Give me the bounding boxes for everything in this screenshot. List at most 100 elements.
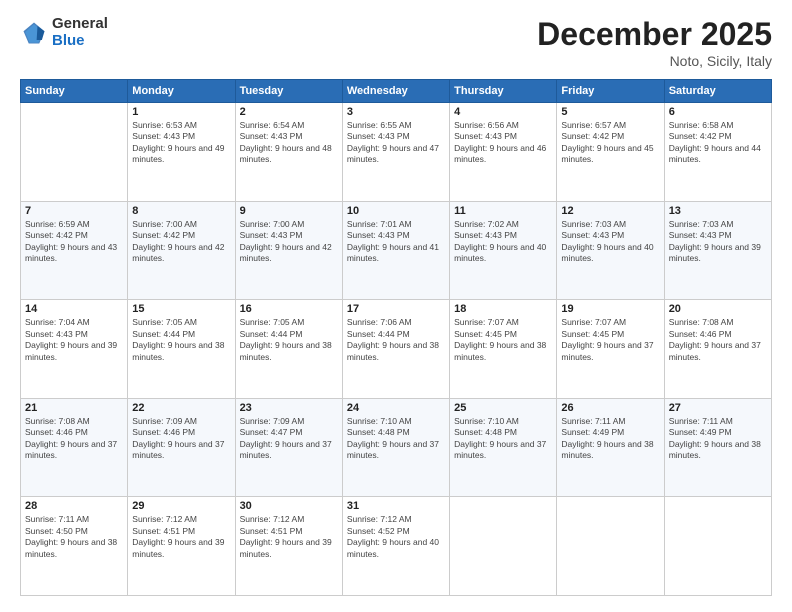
cell-info: Sunrise: 7:05 AMSunset: 4:44 PMDaylight:… xyxy=(132,317,230,363)
cell-info: Sunrise: 6:58 AMSunset: 4:42 PMDaylight:… xyxy=(669,120,767,166)
calendar-cell: 24 Sunrise: 7:10 AMSunset: 4:48 PMDaylig… xyxy=(342,398,449,497)
calendar-cell xyxy=(21,103,128,202)
cell-date: 30 xyxy=(240,500,338,512)
logo-blue-text: Blue xyxy=(52,33,108,50)
cell-date: 21 xyxy=(25,402,123,414)
calendar-week-4: 21 Sunrise: 7:08 AMSunset: 4:46 PMDaylig… xyxy=(21,398,772,497)
calendar-cell: 3 Sunrise: 6:55 AMSunset: 4:43 PMDayligh… xyxy=(342,103,449,202)
calendar-week-5: 28 Sunrise: 7:11 AMSunset: 4:50 PMDaylig… xyxy=(21,497,772,596)
calendar-cell: 13 Sunrise: 7:03 AMSunset: 4:43 PMDaylig… xyxy=(664,201,771,300)
calendar-cell: 25 Sunrise: 7:10 AMSunset: 4:48 PMDaylig… xyxy=(450,398,557,497)
calendar-cell: 22 Sunrise: 7:09 AMSunset: 4:46 PMDaylig… xyxy=(128,398,235,497)
cell-date: 9 xyxy=(240,205,338,217)
cell-date: 27 xyxy=(669,402,767,414)
calendar-cell: 6 Sunrise: 6:58 AMSunset: 4:42 PMDayligh… xyxy=(664,103,771,202)
calendar-cell: 1 Sunrise: 6:53 AMSunset: 4:43 PMDayligh… xyxy=(128,103,235,202)
cell-date: 2 xyxy=(240,106,338,118)
cell-date: 25 xyxy=(454,402,552,414)
calendar-cell xyxy=(450,497,557,596)
cell-date: 22 xyxy=(132,402,230,414)
calendar-cell: 20 Sunrise: 7:08 AMSunset: 4:46 PMDaylig… xyxy=(664,300,771,399)
cell-date: 29 xyxy=(132,500,230,512)
calendar-cell: 5 Sunrise: 6:57 AMSunset: 4:42 PMDayligh… xyxy=(557,103,664,202)
page: General Blue December 2025 Noto, Sicily,… xyxy=(0,0,792,612)
cell-date: 6 xyxy=(669,106,767,118)
cell-date: 20 xyxy=(669,303,767,315)
calendar-cell: 18 Sunrise: 7:07 AMSunset: 4:45 PMDaylig… xyxy=(450,300,557,399)
cell-info: Sunrise: 7:07 AMSunset: 4:45 PMDaylight:… xyxy=(454,317,552,363)
calendar-cell: 27 Sunrise: 7:11 AMSunset: 4:49 PMDaylig… xyxy=(664,398,771,497)
calendar-cell: 12 Sunrise: 7:03 AMSunset: 4:43 PMDaylig… xyxy=(557,201,664,300)
header: General Blue December 2025 Noto, Sicily,… xyxy=(20,16,772,69)
cell-info: Sunrise: 7:11 AMSunset: 4:49 PMDaylight:… xyxy=(561,416,659,462)
cell-info: Sunrise: 7:09 AMSunset: 4:46 PMDaylight:… xyxy=(132,416,230,462)
cell-date: 28 xyxy=(25,500,123,512)
cell-info: Sunrise: 7:05 AMSunset: 4:44 PMDaylight:… xyxy=(240,317,338,363)
cell-date: 31 xyxy=(347,500,445,512)
cell-info: Sunrise: 7:00 AMSunset: 4:43 PMDaylight:… xyxy=(240,219,338,265)
cell-info: Sunrise: 7:08 AMSunset: 4:46 PMDaylight:… xyxy=(669,317,767,363)
calendar-cell: 23 Sunrise: 7:09 AMSunset: 4:47 PMDaylig… xyxy=(235,398,342,497)
cell-info: Sunrise: 7:12 AMSunset: 4:51 PMDaylight:… xyxy=(132,514,230,560)
calendar-cell: 28 Sunrise: 7:11 AMSunset: 4:50 PMDaylig… xyxy=(21,497,128,596)
cell-info: Sunrise: 7:07 AMSunset: 4:45 PMDaylight:… xyxy=(561,317,659,363)
cell-date: 18 xyxy=(454,303,552,315)
calendar-cell: 19 Sunrise: 7:07 AMSunset: 4:45 PMDaylig… xyxy=(557,300,664,399)
cell-date: 26 xyxy=(561,402,659,414)
cell-info: Sunrise: 7:09 AMSunset: 4:47 PMDaylight:… xyxy=(240,416,338,462)
title-block: December 2025 Noto, Sicily, Italy xyxy=(537,16,772,69)
logo-text: General Blue xyxy=(52,16,108,49)
calendar-cell xyxy=(664,497,771,596)
cell-info: Sunrise: 6:53 AMSunset: 4:43 PMDaylight:… xyxy=(132,120,230,166)
calendar-cell: 21 Sunrise: 7:08 AMSunset: 4:46 PMDaylig… xyxy=(21,398,128,497)
cell-info: Sunrise: 7:08 AMSunset: 4:46 PMDaylight:… xyxy=(25,416,123,462)
col-saturday: Saturday xyxy=(664,80,771,103)
cell-date: 5 xyxy=(561,106,659,118)
col-thursday: Thursday xyxy=(450,80,557,103)
calendar-cell: 9 Sunrise: 7:00 AMSunset: 4:43 PMDayligh… xyxy=(235,201,342,300)
calendar-cell: 29 Sunrise: 7:12 AMSunset: 4:51 PMDaylig… xyxy=(128,497,235,596)
cell-date: 15 xyxy=(132,303,230,315)
calendar-cell: 11 Sunrise: 7:02 AMSunset: 4:43 PMDaylig… xyxy=(450,201,557,300)
cell-date: 3 xyxy=(347,106,445,118)
cell-date: 4 xyxy=(454,106,552,118)
cell-info: Sunrise: 7:01 AMSunset: 4:43 PMDaylight:… xyxy=(347,219,445,265)
cell-date: 23 xyxy=(240,402,338,414)
cell-date: 17 xyxy=(347,303,445,315)
cell-info: Sunrise: 7:00 AMSunset: 4:42 PMDaylight:… xyxy=(132,219,230,265)
cell-date: 10 xyxy=(347,205,445,217)
calendar-cell: 2 Sunrise: 6:54 AMSunset: 4:43 PMDayligh… xyxy=(235,103,342,202)
calendar-cell: 26 Sunrise: 7:11 AMSunset: 4:49 PMDaylig… xyxy=(557,398,664,497)
calendar-header-row: Sunday Monday Tuesday Wednesday Thursday… xyxy=(21,80,772,103)
calendar-cell: 14 Sunrise: 7:04 AMSunset: 4:43 PMDaylig… xyxy=(21,300,128,399)
cell-date: 19 xyxy=(561,303,659,315)
cell-info: Sunrise: 7:03 AMSunset: 4:43 PMDaylight:… xyxy=(669,219,767,265)
calendar-cell: 10 Sunrise: 7:01 AMSunset: 4:43 PMDaylig… xyxy=(342,201,449,300)
cell-info: Sunrise: 7:04 AMSunset: 4:43 PMDaylight:… xyxy=(25,317,123,363)
logo-icon xyxy=(20,19,48,47)
col-wednesday: Wednesday xyxy=(342,80,449,103)
cell-info: Sunrise: 7:06 AMSunset: 4:44 PMDaylight:… xyxy=(347,317,445,363)
cell-info: Sunrise: 6:56 AMSunset: 4:43 PMDaylight:… xyxy=(454,120,552,166)
cell-date: 12 xyxy=(561,205,659,217)
calendar-cell: 7 Sunrise: 6:59 AMSunset: 4:42 PMDayligh… xyxy=(21,201,128,300)
cell-info: Sunrise: 7:11 AMSunset: 4:50 PMDaylight:… xyxy=(25,514,123,560)
calendar-cell xyxy=(557,497,664,596)
cell-info: Sunrise: 7:12 AMSunset: 4:52 PMDaylight:… xyxy=(347,514,445,560)
logo: General Blue xyxy=(20,16,108,49)
col-monday: Monday xyxy=(128,80,235,103)
cell-info: Sunrise: 6:59 AMSunset: 4:42 PMDaylight:… xyxy=(25,219,123,265)
calendar-table: Sunday Monday Tuesday Wednesday Thursday… xyxy=(20,79,772,596)
calendar-cell: 16 Sunrise: 7:05 AMSunset: 4:44 PMDaylig… xyxy=(235,300,342,399)
calendar-cell: 30 Sunrise: 7:12 AMSunset: 4:51 PMDaylig… xyxy=(235,497,342,596)
col-sunday: Sunday xyxy=(21,80,128,103)
cell-info: Sunrise: 6:54 AMSunset: 4:43 PMDaylight:… xyxy=(240,120,338,166)
calendar-week-2: 7 Sunrise: 6:59 AMSunset: 4:42 PMDayligh… xyxy=(21,201,772,300)
calendar-cell: 17 Sunrise: 7:06 AMSunset: 4:44 PMDaylig… xyxy=(342,300,449,399)
calendar-week-1: 1 Sunrise: 6:53 AMSunset: 4:43 PMDayligh… xyxy=(21,103,772,202)
cell-info: Sunrise: 7:10 AMSunset: 4:48 PMDaylight:… xyxy=(454,416,552,462)
cell-info: Sunrise: 6:57 AMSunset: 4:42 PMDaylight:… xyxy=(561,120,659,166)
calendar-cell: 31 Sunrise: 7:12 AMSunset: 4:52 PMDaylig… xyxy=(342,497,449,596)
cell-info: Sunrise: 7:10 AMSunset: 4:48 PMDaylight:… xyxy=(347,416,445,462)
cell-info: Sunrise: 7:02 AMSunset: 4:43 PMDaylight:… xyxy=(454,219,552,265)
